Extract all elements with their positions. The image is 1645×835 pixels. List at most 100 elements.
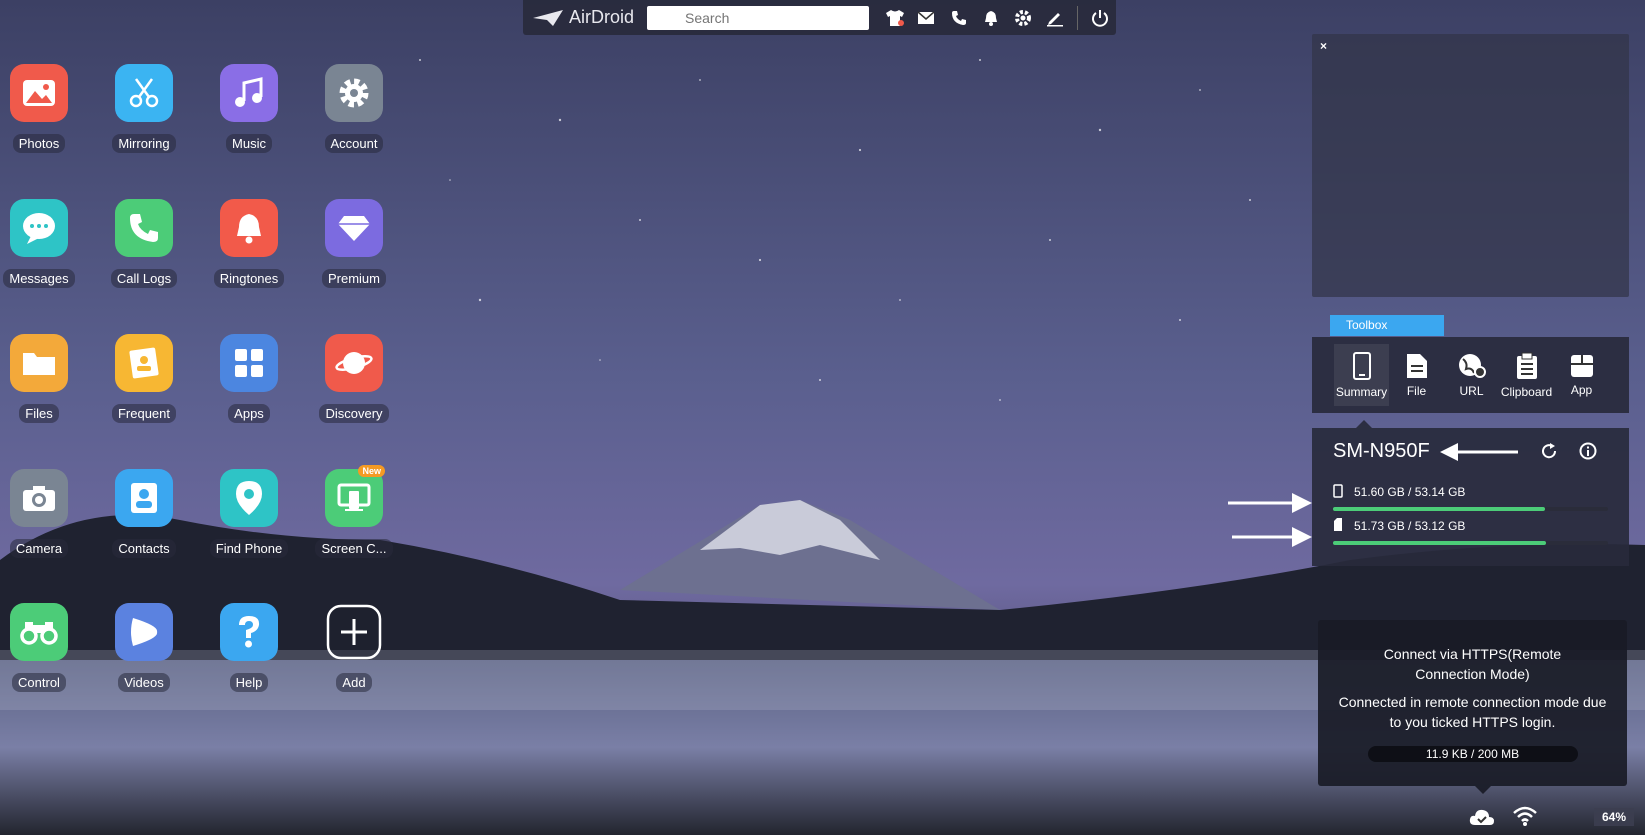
question-icon[interactable] [220,603,278,661]
app-label: Add [336,673,372,692]
internal-storage-bar [1333,507,1608,511]
app-videos[interactable]: Videos [89,603,199,697]
binoculars-icon[interactable] [10,603,68,661]
mail-icon[interactable] [911,0,943,35]
search-box [641,5,869,30]
toolbox-panel: Summary File URL Clipboard App [1312,337,1629,413]
app-control[interactable]: Control [0,603,94,697]
tool-summary[interactable]: Summary [1334,344,1389,406]
app-frequent[interactable]: Frequent [89,334,199,428]
app-help[interactable]: Help [194,603,304,697]
bell-icon[interactable] [975,0,1007,35]
app-label: Camera [9,539,69,558]
gear-icon[interactable] [1007,0,1039,35]
tool-file[interactable]: File [1389,344,1444,406]
logo-text: AirDroid [569,7,635,27]
phone-icon[interactable] [115,199,173,257]
connection-title: Connect via HTTPS(Remote Connection Mode… [1383,646,1562,682]
app-files[interactable]: Files [0,334,94,428]
app-messages[interactable]: Messages [0,199,94,293]
battery-level: 64% [1594,808,1634,826]
app-camera[interactable]: Camera [0,469,94,563]
file-icon [1406,353,1427,378]
scissors-icon[interactable] [115,64,173,122]
folder-icon[interactable] [10,334,68,392]
tool-app[interactable]: App [1554,344,1609,406]
app-premium[interactable]: Premium [299,199,409,293]
app-add[interactable]: Add [299,603,409,697]
globe-link-icon [1458,353,1486,378]
app-contacts[interactable]: Contacts [89,469,199,563]
internal-storage-row: 51.60 GB / 53.14 GB [1333,483,1608,511]
app-label: Files [19,404,59,423]
app-music[interactable]: Music [194,64,304,158]
app-discovery[interactable]: Discovery [299,334,409,428]
sd-storage-row: 51.73 GB / 53.12 GB [1333,517,1608,545]
app-label: Ringtones [213,269,285,288]
app-screen-c[interactable]: New Screen C... [299,465,409,563]
device-name: SM-N950F [1333,440,1430,462]
toolbox-tab[interactable]: Toolbox [1330,315,1444,336]
tool-clipboard[interactable]: Clipboard [1499,344,1554,406]
connection-info-popup: Connect via HTTPS(Remote Connection Mode… [1318,620,1627,794]
play-icon[interactable] [115,603,173,661]
planet-icon[interactable] [325,334,383,392]
app-label: Apps [228,404,270,423]
close-icon[interactable]: × [1320,39,1327,53]
clipboard-icon [1516,352,1537,379]
annotation-arrow-right-1 [1228,493,1312,513]
app-label: Contacts [112,539,176,558]
location-pin-icon[interactable] [220,469,278,527]
tool-url[interactable]: URL [1444,344,1499,406]
sd-storage-text: 51.73 GB / 53.12 GB [1354,519,1466,533]
toolbar-divider [1077,5,1078,30]
app-label: Call Logs [110,269,178,288]
bell-icon[interactable] [220,199,278,257]
plus-icon[interactable] [325,603,383,661]
edit-icon[interactable] [1039,0,1071,35]
phone-device-icon [1352,351,1371,380]
airdroid-logo[interactable]: AirDroid [533,7,641,28]
app-apps[interactable]: Apps [194,334,304,428]
app-box-icon [1570,354,1593,377]
info-icon[interactable] [1579,442,1597,465]
tool-label: Clipboard [1500,384,1553,399]
refresh-icon[interactable] [1540,442,1558,465]
data-usage: 11.9 KB / 200 MB [1367,746,1578,762]
app-label: Music [226,134,272,153]
app-find-phone[interactable]: Find Phone [194,469,304,563]
app-account[interactable]: Account [299,64,409,158]
app-ringtones[interactable]: Ringtones [194,199,304,293]
screen-preview-panel: × [1312,34,1629,297]
photos-icon[interactable] [10,64,68,122]
search-input[interactable] [647,5,869,30]
diamond-icon[interactable] [325,199,383,257]
app-call-logs[interactable]: Call Logs [89,199,199,293]
phone-icon[interactable] [943,0,975,35]
music-icon[interactable] [220,64,278,122]
paper-plane-icon [533,9,563,26]
connection-description: Connected in remote connection mode due … [1338,694,1607,730]
contacts-icon[interactable] [115,469,173,527]
cloud-connection-icon[interactable] [1469,808,1495,831]
app-label: Messages [3,269,75,288]
gear-icon[interactable] [325,64,383,122]
phone-storage-icon [1333,484,1343,498]
app-photos[interactable]: Photos [0,64,94,158]
app-label: Mirroring [112,134,176,153]
camera-icon[interactable] [10,469,68,527]
grid-icon[interactable] [220,334,278,392]
app-mirroring[interactable]: Mirroring [89,64,199,158]
new-badge: New [358,465,385,477]
annotation-arrow-right-2 [1232,527,1312,547]
screen-cast-icon[interactable]: New [325,465,385,527]
chat-icon[interactable] [10,199,68,257]
tshirt-icon[interactable] [879,0,911,35]
contact-card-icon[interactable] [115,334,173,392]
sd-storage-fill [1333,541,1546,545]
internal-storage-fill [1333,507,1546,511]
tool-label: File [1406,383,1427,398]
annotation-arrow-left [1440,443,1518,461]
power-icon[interactable] [1084,0,1116,35]
app-label: Photos [12,134,66,153]
